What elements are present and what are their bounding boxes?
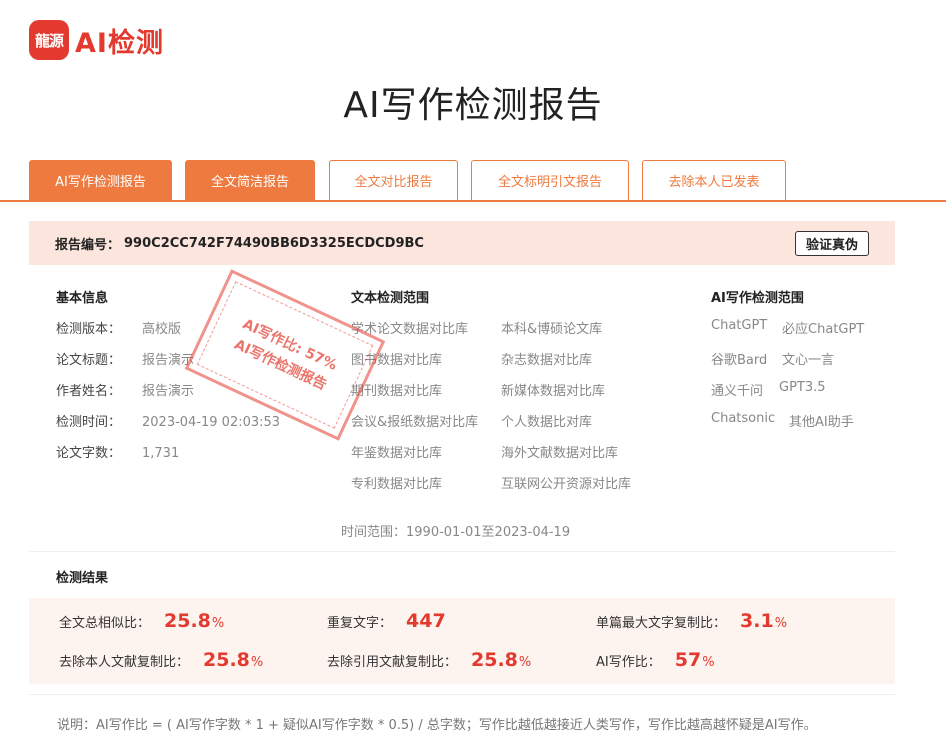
note-divider bbox=[29, 694, 895, 695]
logo-text: AI检测 bbox=[75, 27, 164, 59]
scope-db-item: 专利数据对比库 bbox=[351, 477, 443, 492]
scope-db-item: 新媒体数据对比库 bbox=[501, 384, 606, 399]
report-tabs: AI写作检测报告 全文简洁报告 全文对比报告 全文标明引文报告 去除本人已发表 bbox=[0, 160, 946, 202]
metric-max-single-copy: 单篇最大文字复制比： 3.1% bbox=[596, 610, 788, 632]
scope-db-item: 学术论文数据对比库 bbox=[351, 322, 469, 337]
stamp-border bbox=[196, 281, 374, 429]
ai-model-item: ChatGPT bbox=[711, 318, 768, 333]
results-heading: 检测结果 bbox=[56, 571, 109, 586]
scope-db-item: 期刊数据对比库 bbox=[351, 384, 443, 399]
ai-model-item: 谷歌Bard bbox=[711, 353, 768, 368]
metric-exclude-citation: 去除引用文献复制比： 25.8% bbox=[327, 649, 532, 671]
ai-scope-heading: AI写作检测范围 bbox=[711, 291, 804, 306]
ai-model-item: GPT3.5 bbox=[779, 380, 826, 395]
metric-total-similarity: 全文总相似比： 25.8% bbox=[59, 610, 225, 632]
ai-model-item: 必应ChatGPT bbox=[782, 322, 865, 337]
metric-ai-ratio: AI写作比： 57% bbox=[596, 649, 715, 671]
scope-db-item: 个人数据比对库 bbox=[501, 415, 593, 430]
ai-model-item: 通义千问 bbox=[711, 384, 764, 399]
brand-logo: 龍源 AI检测 bbox=[29, 20, 164, 60]
tab-compare-report[interactable]: 全文对比报告 bbox=[329, 160, 458, 200]
tab-ai-report[interactable]: AI写作检测报告 bbox=[29, 160, 172, 200]
metric-exclude-self: 去除本人文献复制比： 25.8% bbox=[59, 649, 264, 671]
scope-db-item: 会议&报纸数据对比库 bbox=[351, 415, 479, 430]
basic-row-title: 论文标题： 报告演示 bbox=[56, 353, 195, 368]
scope-db-item: 杂志数据对比库 bbox=[501, 353, 593, 368]
stamp-title: AI写作检测报告 bbox=[231, 336, 330, 394]
report-id-bar: 报告编号： 990C2CC742F74490BB6D3325ECDCD9BC 验… bbox=[29, 221, 895, 265]
tab-exclude-self-report[interactable]: 去除本人已发表 bbox=[642, 160, 786, 200]
basic-row-time: 检测时间： 2023-04-19 02:03:53 bbox=[56, 415, 281, 430]
formula-note: 说明：AI写作比 = ( AI写作字数 * 1 + 疑似AI写作字数 * 0.5… bbox=[57, 718, 817, 733]
basic-row-author: 作者姓名： 报告演示 bbox=[56, 384, 195, 399]
results-panel: 全文总相似比： 25.8% 重复文字： 447 单篇最大文字复制比： 3.1% 去除本… bbox=[29, 598, 895, 684]
logo-mark-icon: 龍源 bbox=[29, 20, 69, 60]
page-title: AI写作检测报告 bbox=[343, 85, 603, 126]
tab-citation-report[interactable]: 全文标明引文报告 bbox=[471, 160, 629, 200]
metric-repeat-words: 重复文字： 447 bbox=[327, 610, 446, 632]
ai-model-item: Chatsonic bbox=[711, 411, 776, 426]
tab-brief-report[interactable]: 全文简洁报告 bbox=[185, 160, 315, 200]
scope-db-item: 互联网公开资源对比库 bbox=[501, 477, 632, 492]
time-range: 时间范围：1990-01-01至2023-04-19 bbox=[341, 525, 571, 540]
ai-model-item: 其他AI助手 bbox=[789, 415, 854, 430]
report-id-label: 报告编号： bbox=[55, 237, 121, 253]
scope-db-item: 本科&博硕论文库 bbox=[501, 322, 603, 337]
section-divider bbox=[29, 551, 895, 552]
scope-db-item: 年鉴数据对比库 bbox=[351, 446, 443, 461]
basic-row-version: 检测版本： 高校版 bbox=[56, 322, 182, 337]
stamp-ratio: AI写作比: 57% bbox=[240, 316, 340, 374]
scope-db-item: 海外文献数据对比库 bbox=[501, 446, 619, 461]
basic-info-heading: 基本信息 bbox=[56, 291, 109, 306]
verify-button[interactable]: 验证真伪 bbox=[794, 231, 869, 256]
scope-db-item: 图书数据对比库 bbox=[351, 353, 443, 368]
basic-row-wordcount: 论文字数： 1,731 bbox=[56, 446, 180, 461]
report-id-value: 990C2CC742F74490BB6D3325ECDCD9BC bbox=[124, 235, 424, 251]
scope-heading: 文本检测范围 bbox=[351, 291, 430, 306]
ai-model-item: 文心一言 bbox=[782, 353, 835, 368]
